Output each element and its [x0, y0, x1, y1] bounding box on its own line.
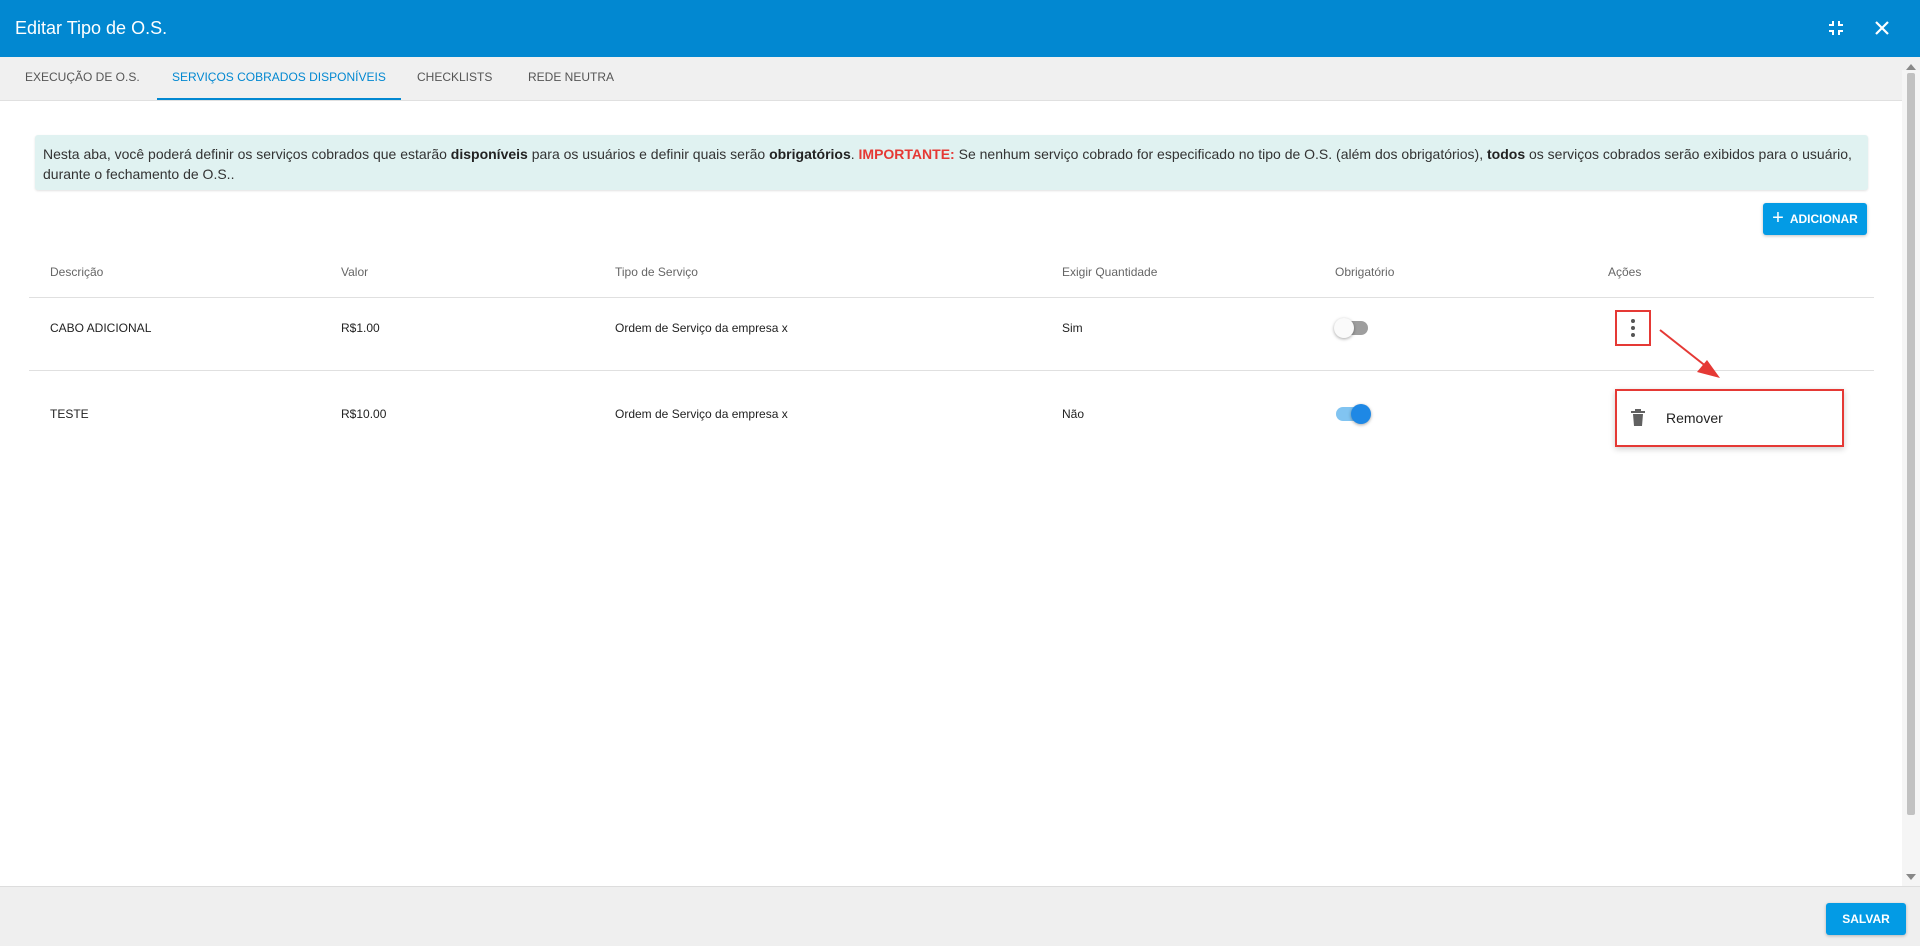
info-message: Nesta aba, você poderá definir os serviç… [35, 135, 1868, 190]
plus-icon: + [1772, 207, 1784, 229]
cell-exigir: Sim [1062, 321, 1083, 335]
compress-icon[interactable] [1822, 14, 1850, 42]
cell-tipo: Ordem de Serviço da empresa x [615, 321, 788, 335]
tab-servicos-cobrados[interactable]: SERVIÇOS COBRADOS DISPONÍVEIS [157, 57, 401, 100]
info-bold-disponiveis: disponíveis [450, 146, 528, 162]
obrigatorio-toggle[interactable] [1334, 318, 1368, 338]
scroll-down-icon[interactable] [1906, 874, 1916, 880]
add-button-label: ADICIONAR [1789, 212, 1858, 226]
cell-tipo: Ordem de Serviço da empresa x [615, 407, 788, 421]
info-bold-todos: todos [1487, 146, 1526, 162]
remove-label: Remover [1666, 410, 1723, 426]
tab-rede-neutra[interactable]: REDE NEUTRA [513, 57, 629, 100]
info-text: para os usuários e definir quais serão [527, 146, 770, 162]
table-row: CABO ADICIONAL R$1.00 Ordem de Serviço d… [29, 286, 1874, 371]
info-text: Se nenhum serviço cobrado for especifica… [954, 146, 1487, 162]
more-vert-icon[interactable] [1615, 310, 1651, 346]
info-text: . [850, 146, 859, 162]
tab-bar: EXECUÇÃO DE O.S. SERVIÇOS COBRADOS DISPO… [0, 57, 1920, 101]
cell-valor: R$1.00 [341, 321, 380, 335]
cell-exigir: Não [1062, 407, 1085, 421]
trash-icon [1630, 409, 1646, 427]
cell-valor: R$10.00 [341, 407, 387, 421]
info-important: IMPORTANTE: [858, 146, 955, 162]
cell-descricao: CABO ADICIONAL [50, 321, 152, 335]
close-icon[interactable] [1868, 14, 1896, 42]
info-bold-obrigatorios: obrigatórios [769, 146, 851, 162]
toggle-knob [1351, 404, 1371, 424]
tab-content: Nesta aba, você poderá definir os serviç… [0, 101, 1902, 886]
scrollbar[interactable] [1902, 64, 1920, 886]
dialog-footer: SALVAR [0, 886, 1920, 946]
remove-menu-item[interactable]: Remover [1615, 389, 1844, 447]
scroll-thumb[interactable] [1907, 73, 1915, 815]
toggle-knob [1334, 318, 1354, 338]
info-text: Nesta aba, você poderá definir os serviç… [43, 146, 451, 162]
add-button[interactable]: + ADICIONAR [1763, 203, 1867, 235]
save-button[interactable]: SALVAR [1826, 903, 1906, 935]
scroll-up-icon[interactable] [1906, 64, 1916, 70]
obrigatorio-toggle[interactable] [1336, 404, 1371, 424]
tab-execucao[interactable]: EXECUÇÃO DE O.S. [10, 57, 155, 100]
table-row: TESTE R$10.00 Ordem de Serviço da empres… [29, 372, 1874, 457]
tab-checklists[interactable]: CHECKLISTS [402, 57, 507, 100]
dialog-title: Editar Tipo de O.S. [15, 18, 168, 38]
cell-descricao: TESTE [50, 407, 89, 421]
dialog-header: Editar Tipo de O.S. [0, 0, 1920, 57]
